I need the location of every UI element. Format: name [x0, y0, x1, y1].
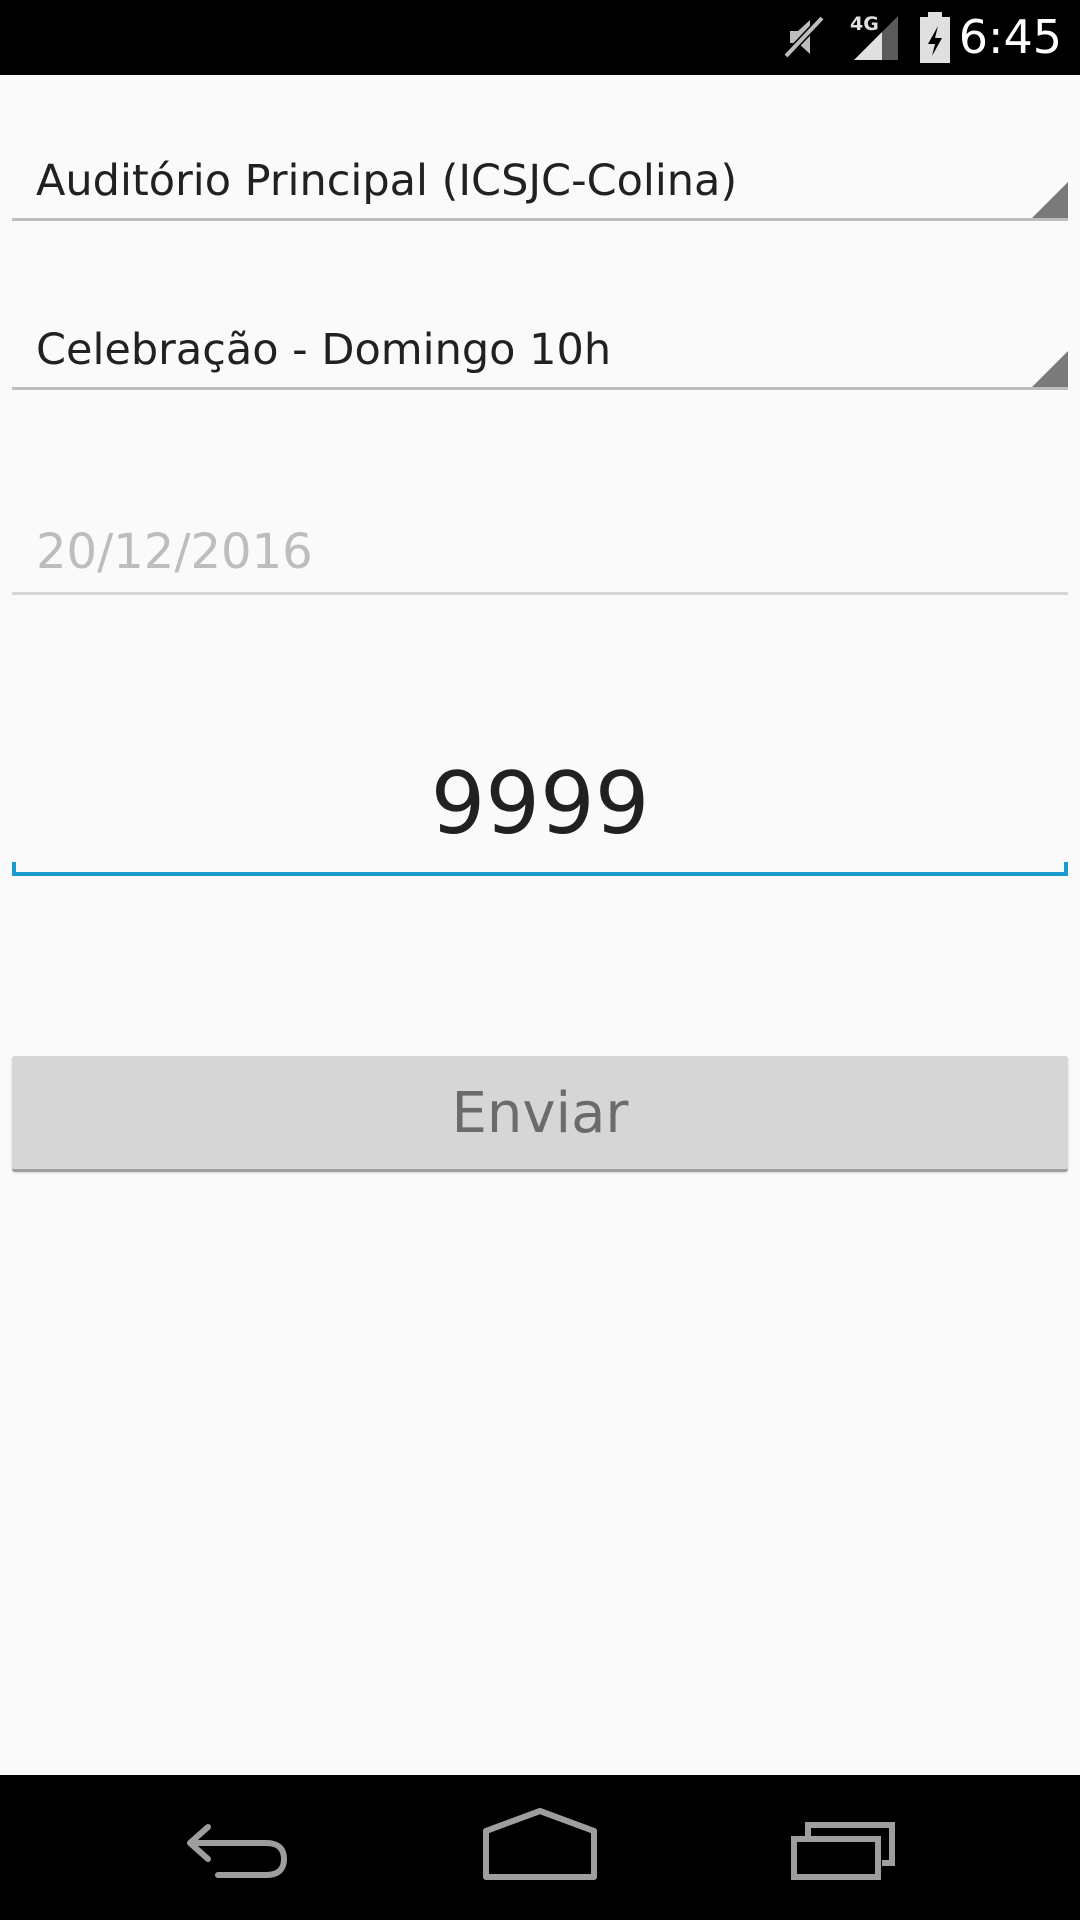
navigation-bar	[0, 1775, 1080, 1920]
status-bar: 4G 6:45	[0, 0, 1080, 75]
status-time: 6:45	[958, 10, 1062, 64]
auditorium-spinner[interactable]: Auditório Principal (ICSJC-Colina)	[12, 118, 1068, 221]
mute-icon	[783, 15, 825, 59]
dropdown-arrow-icon	[1032, 351, 1068, 387]
input-underline	[12, 872, 1068, 876]
battery-icon	[920, 12, 950, 63]
network-type: 4G	[850, 13, 879, 35]
number-input[interactable]: 9999	[12, 740, 1068, 876]
input-underline-right-tick	[1064, 862, 1068, 876]
back-icon	[187, 1824, 287, 1878]
dropdown-arrow-icon	[1032, 182, 1068, 218]
service-spinner[interactable]: Celebração - Domingo 10h	[12, 287, 1068, 390]
number-input-value: 9999	[430, 754, 650, 854]
date-field-value: 20/12/2016	[36, 524, 313, 580]
date-field[interactable]: 20/12/2016	[12, 500, 1068, 595]
input-underline-left-tick	[12, 862, 16, 876]
form-content: Auditório Principal (ICSJC-Colina) Celeb…	[0, 75, 1080, 1775]
home-button[interactable]	[480, 1793, 600, 1903]
back-button[interactable]	[178, 1793, 298, 1903]
recents-button[interactable]	[782, 1793, 902, 1903]
send-button[interactable]: Enviar	[12, 1056, 1068, 1172]
signal-icon: 4G	[850, 13, 898, 60]
service-spinner-value: Celebração - Domingo 10h	[36, 325, 612, 375]
home-icon	[483, 1808, 597, 1880]
auditorium-spinner-value: Auditório Principal (ICSJC-Colina)	[36, 156, 738, 206]
recents-icon	[791, 1822, 895, 1880]
